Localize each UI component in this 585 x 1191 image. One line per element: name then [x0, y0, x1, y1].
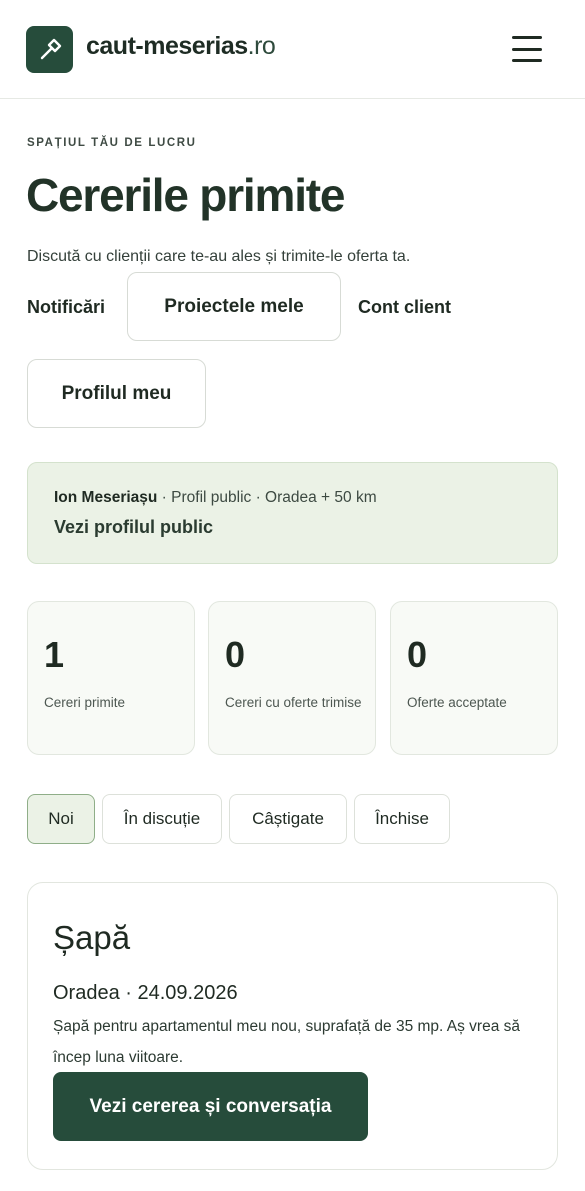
- profile-summary: Ion Meseriașu · Profil public · Oradea +…: [54, 489, 377, 507]
- logo-name: caut-meserias: [86, 32, 248, 60]
- page-subtitle: Discută cu clienții care te-au ales și t…: [27, 248, 411, 265]
- nav-my-projects[interactable]: Proiectele mele: [127, 272, 341, 341]
- page-title: Cererile primite: [26, 169, 345, 221]
- page-kicker: SPAȚIUL TĂU DE LUCRU: [27, 137, 197, 149]
- tab-closed[interactable]: Închise: [354, 794, 450, 844]
- stat-card-requests-received: 1 Cereri primite: [27, 601, 195, 755]
- nav-notifications[interactable]: Notificări: [27, 297, 105, 318]
- logo-tld: .ro: [247, 32, 276, 60]
- stat-card-offers-accepted: 0 Oferte acceptate: [390, 601, 558, 755]
- request-meta: Oradea · 24.09.2026: [53, 982, 238, 1004]
- view-request-button[interactable]: Vezi cererea și conversația: [53, 1072, 368, 1141]
- stat-label: Cereri primite: [44, 695, 126, 710]
- stat-value: 1: [44, 634, 65, 675]
- request-description: Șapă pentru apartamentul meu nou, supraf…: [53, 1018, 521, 1066]
- site-header: caut-meserias.ro: [0, 0, 585, 99]
- tab-won[interactable]: Câștigate: [229, 794, 347, 844]
- stat-value: 0: [407, 634, 428, 675]
- nav-client-account[interactable]: Cont client: [358, 297, 451, 318]
- stat-card-offers-sent: 0 Cereri cu oferte trimise: [208, 601, 376, 755]
- request-title: Șapă: [53, 919, 131, 956]
- profile-name: Ion Meseriașu: [54, 489, 158, 506]
- hammer-icon: [40, 38, 61, 59]
- profile-banner: Ion Meseriașu · Profil public · Oradea +…: [27, 462, 558, 564]
- nav-my-profile[interactable]: Profilul meu: [27, 359, 206, 428]
- stat-label: Cereri cu oferte trimise: [225, 695, 362, 710]
- tab-in-discussion[interactable]: În discuție: [102, 794, 222, 844]
- view-public-profile-link[interactable]: Vezi profilul public: [54, 517, 213, 538]
- profile-details: · Profil public · Oradea + 50 km: [157, 489, 377, 506]
- tab-new[interactable]: Noi: [27, 794, 95, 844]
- logo-mark[interactable]: [26, 26, 73, 73]
- logo-wordmark[interactable]: caut-meserias.ro: [86, 32, 276, 61]
- stat-label: Oferte acceptate: [407, 695, 507, 710]
- stat-value: 0: [225, 634, 246, 675]
- hamburger-menu-icon[interactable]: [512, 36, 542, 62]
- request-card: Șapă Oradea · 24.09.2026 Șapă pentru apa…: [27, 882, 558, 1170]
